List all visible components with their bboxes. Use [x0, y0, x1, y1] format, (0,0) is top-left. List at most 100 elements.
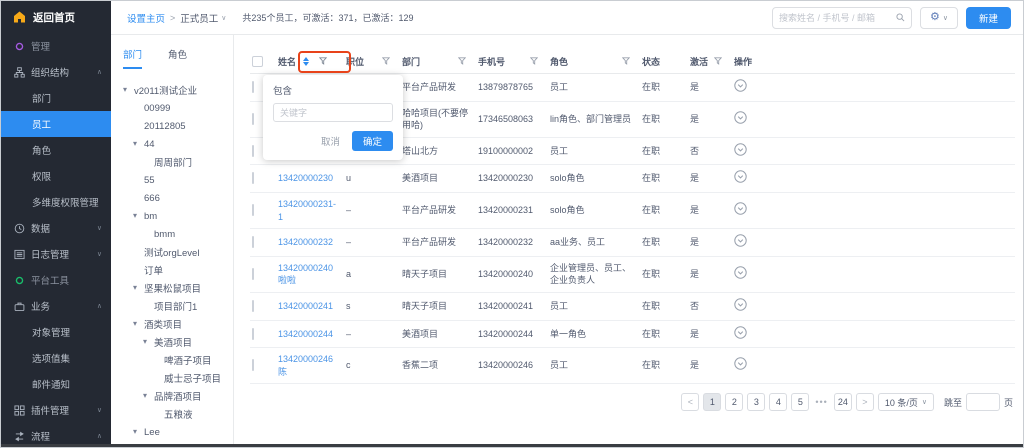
- org-tree-panel: 部门 角色 ▾v2011测试企业 00999 20112805 ▾44 周周部门…: [111, 35, 234, 444]
- filter-icon[interactable]: [622, 57, 630, 65]
- tree-node[interactable]: 五粮液: [123, 405, 233, 423]
- row-checkbox[interactable]: [252, 328, 254, 340]
- tree-node[interactable]: ▾美酒项目: [123, 333, 233, 351]
- row-checkbox[interactable]: [252, 145, 254, 157]
- sidebar: 返回首页 管理 组织结构 ∧ 部门 员工 角色 权限 多维度权限管理 数据 ∨ …: [1, 1, 111, 447]
- row-checkbox[interactable]: [252, 172, 254, 184]
- sidebar-item-departments[interactable]: 部门: [1, 85, 111, 111]
- tree-node[interactable]: 00999: [123, 99, 233, 117]
- ellipsis-icon[interactable]: •••: [815, 397, 827, 407]
- settings-button[interactable]: ⚙ ∨: [920, 7, 958, 29]
- tree-node[interactable]: ▾bm: [123, 207, 233, 225]
- row-actions-button[interactable]: [734, 143, 747, 156]
- row-actions-button[interactable]: [734, 234, 747, 247]
- employee-name[interactable]: 13420000246陈: [278, 348, 346, 383]
- row-checkbox[interactable]: [252, 268, 254, 280]
- tree-node[interactable]: 威士忌子项目: [123, 369, 233, 387]
- page-button[interactable]: 5: [791, 393, 809, 411]
- next-page-button[interactable]: >: [856, 393, 874, 411]
- filter-keyword-input[interactable]: [273, 103, 393, 122]
- page-button[interactable]: 2: [725, 393, 743, 411]
- employee-name[interactable]: 13420000232: [278, 231, 346, 254]
- tree-node[interactable]: bmm: [123, 225, 233, 243]
- sidebar-item-multi-dim-permissions[interactable]: 多维度权限管理: [1, 189, 111, 215]
- sidebar-item-plugins[interactable]: 插件管理 ∨: [1, 397, 111, 423]
- new-button[interactable]: 新建: [966, 7, 1011, 29]
- tree-node[interactable]: ▾44: [123, 135, 233, 153]
- tree-node[interactable]: 周周部门: [123, 153, 233, 171]
- page-button[interactable]: 3: [747, 393, 765, 411]
- filter-icon[interactable]: [530, 57, 538, 65]
- tree-node[interactable]: 啤酒子项目: [123, 351, 233, 369]
- search-input[interactable]: [779, 13, 896, 23]
- sidebar-home[interactable]: 返回首页: [1, 1, 111, 33]
- row-actions-button[interactable]: [734, 111, 747, 124]
- employee-name[interactable]: 13420000244: [278, 323, 346, 346]
- tree-node[interactable]: 订单: [123, 261, 233, 279]
- page-button[interactable]: 24: [834, 393, 852, 411]
- row-checkbox[interactable]: [252, 300, 254, 312]
- chevron-down-icon: ∨: [97, 224, 102, 232]
- sidebar-item-object-management[interactable]: 对象管理: [1, 319, 111, 345]
- employee-name[interactable]: 13420000240啦啦: [278, 257, 346, 292]
- filter-icon[interactable]: [382, 57, 390, 65]
- tree-node[interactable]: 55: [123, 171, 233, 189]
- filter-confirm-button[interactable]: 确定: [352, 131, 393, 151]
- row-checkbox[interactable]: [252, 204, 254, 216]
- filter-icon[interactable]: [714, 57, 722, 65]
- tree-node[interactable]: 666: [123, 189, 233, 207]
- employee-name[interactable]: 13420000241: [278, 295, 346, 318]
- prev-page-button[interactable]: <: [681, 393, 699, 411]
- search-box: [772, 7, 912, 29]
- tree-node[interactable]: 20112805: [123, 117, 233, 135]
- select-all-checkbox[interactable]: [252, 56, 263, 67]
- filter-cancel-button[interactable]: 取消: [321, 134, 340, 148]
- row-checkbox[interactable]: [252, 113, 254, 125]
- sidebar-item-mail-notification[interactable]: 邮件通知: [1, 371, 111, 397]
- sidebar-item-platform-tools[interactable]: 平台工具: [1, 267, 111, 293]
- sidebar-item-roles[interactable]: 角色: [1, 137, 111, 163]
- tree-node[interactable]: ▾坚果松鼠项目: [123, 279, 233, 297]
- tree-node[interactable]: ▾品牌酒项目: [123, 387, 233, 405]
- sidebar-item-logs[interactable]: 日志管理 ∨: [1, 241, 111, 267]
- sidebar-item-org-structure[interactable]: 组织结构 ∧: [1, 59, 111, 85]
- row-actions-button[interactable]: [734, 170, 747, 183]
- sort-icon[interactable]: [303, 57, 309, 66]
- name-filter-popup: 包含 取消 确定: [263, 75, 403, 160]
- sidebar-item-manage[interactable]: 管理: [1, 33, 111, 59]
- page-button[interactable]: 4: [769, 393, 787, 411]
- breadcrumb-link[interactable]: 设置主页: [127, 11, 165, 25]
- sidebar-item-data[interactable]: 数据 ∨: [1, 215, 111, 241]
- tab-roles[interactable]: 角色: [168, 47, 187, 69]
- filter-icon[interactable]: [319, 57, 327, 65]
- tree-node[interactable]: 测试orgLevel: [123, 243, 233, 261]
- row-checkbox[interactable]: [252, 236, 254, 248]
- row-actions-button[interactable]: [734, 79, 747, 92]
- row-actions-button[interactable]: [734, 298, 747, 311]
- filter-icon[interactable]: [458, 57, 466, 65]
- tree-node[interactable]: 项目部门1: [123, 297, 233, 315]
- jump-page-input[interactable]: [966, 393, 1000, 411]
- sidebar-item-permissions[interactable]: 权限: [1, 163, 111, 189]
- breadcrumb-current[interactable]: 正式员工: [180, 11, 218, 25]
- column-header-status: 状态: [642, 55, 690, 68]
- sidebar-item-employees[interactable]: 员工: [1, 111, 111, 137]
- row-checkbox[interactable]: [252, 359, 254, 371]
- employee-name[interactable]: 13420000230: [278, 167, 346, 190]
- tree-node[interactable]: ▾Lee: [123, 423, 233, 441]
- gear-icon: ⚙: [930, 12, 940, 23]
- sidebar-item-option-sets[interactable]: 选项值集: [1, 345, 111, 371]
- page-size-select[interactable]: 10 条/页 ∨: [878, 393, 934, 411]
- tree-node[interactable]: ▾v2011测试企业: [123, 81, 233, 99]
- row-actions-button[interactable]: [734, 202, 747, 215]
- tree-node[interactable]: ▾酒类项目: [123, 315, 233, 333]
- employee-name[interactable]: 13420000231-1: [278, 193, 346, 228]
- tab-departments[interactable]: 部门: [123, 47, 142, 69]
- chevron-down-icon[interactable]: ∨: [221, 14, 226, 22]
- sidebar-item-business[interactable]: 业务 ∧: [1, 293, 111, 319]
- row-actions-button[interactable]: [734, 326, 747, 339]
- row-checkbox[interactable]: [252, 81, 254, 93]
- row-actions-button[interactable]: [734, 266, 747, 279]
- page-button[interactable]: 1: [703, 393, 721, 411]
- row-actions-button[interactable]: [734, 357, 747, 370]
